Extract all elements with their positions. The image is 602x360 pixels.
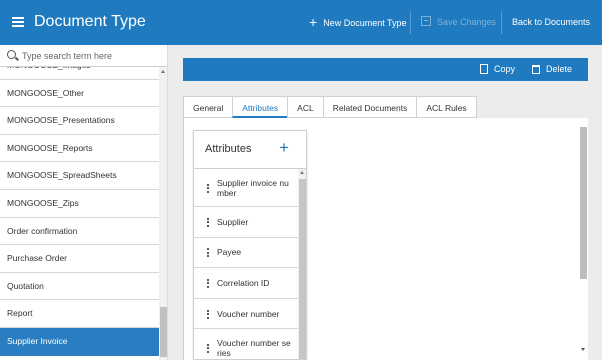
back-to-documents-button[interactable]: Back to Documents [512, 0, 590, 45]
tab-acl[interactable]: ACL [287, 96, 323, 118]
attribute-row[interactable]: Supplier [194, 207, 298, 238]
header-divider [410, 11, 411, 34]
sidebar: MONGOOSE_Images MONGOOSE_Other MONGOOSE_… [0, 45, 168, 360]
add-attribute-button[interactable]: + [279, 138, 289, 158]
attribute-label: Correlation ID [217, 277, 270, 288]
save-changes-label: Save Changes [437, 17, 497, 27]
attributes-panel: Attributes + Supplier invoice nu mber Su… [193, 130, 307, 360]
header-divider [501, 11, 502, 34]
sidebar-scrollbar[interactable] [159, 67, 167, 360]
search-input[interactable] [22, 49, 162, 63]
drag-handle-icon[interactable] [207, 309, 209, 319]
scrollbar-thumb[interactable] [580, 127, 587, 279]
scroll-down-icon[interactable] [581, 348, 585, 351]
action-toolbar: Copy Delete [183, 58, 588, 81]
list-item[interactable]: MONGOOSE_Images [0, 67, 159, 80]
scroll-up-icon[interactable] [300, 171, 304, 174]
attributes-list: Supplier invoice nu mber Supplier Payee … [194, 169, 298, 359]
new-document-type-label: New Document Type [323, 18, 407, 28]
attribute-label: Supplier [217, 216, 249, 227]
list-item-selected[interactable]: Supplier Invoice [0, 327, 159, 356]
tab-acl-rules[interactable]: ACL Rules [416, 96, 477, 118]
drag-handle-icon[interactable] [207, 183, 209, 193]
search-bar [0, 45, 167, 67]
tab-bar: General Attributes ACL Related Documents… [183, 96, 477, 118]
drag-handle-icon[interactable] [207, 343, 209, 353]
delete-button[interactable]: Delete [532, 58, 572, 81]
list-item[interactable]: MONGOOSE_Presentations [0, 107, 159, 135]
list-item[interactable]: MONGOOSE_Other [0, 80, 159, 108]
hamburger-menu-icon[interactable] [12, 17, 24, 27]
scroll-up-icon[interactable] [161, 70, 165, 73]
new-document-type-button[interactable]: + New Document Type [309, 0, 407, 45]
attribute-row[interactable]: Correlation ID [194, 268, 298, 299]
attribute-label: Supplier invoice nu mber [217, 177, 289, 198]
attribute-label: Voucher number se ries [217, 337, 291, 358]
attribute-row[interactable]: Supplier invoice nu mber [194, 169, 298, 207]
attributes-header: Attributes + [194, 131, 306, 169]
attribute-label: Payee [217, 247, 242, 258]
save-icon [421, 16, 431, 26]
content-scrollbar[interactable] [579, 127, 588, 355]
list-item[interactable]: MONGOOSE_SpreadSheets [0, 162, 159, 190]
list-item[interactable]: MONGOOSE_Zips [0, 190, 159, 218]
list-item[interactable]: Report [0, 300, 159, 328]
scrollbar-thumb[interactable] [160, 307, 167, 357]
attributes-scrollbar[interactable] [298, 169, 306, 359]
attribute-row[interactable]: Payee [194, 238, 298, 269]
drag-handle-icon[interactable] [207, 248, 209, 258]
list-item[interactable]: Order confirmation [0, 218, 159, 246]
attribute-label: Voucher number [217, 308, 280, 319]
attributes-title: Attributes [205, 143, 252, 155]
tab-attributes[interactable]: Attributes [232, 96, 288, 118]
tab-general[interactable]: General [183, 96, 233, 118]
trash-icon [532, 65, 540, 74]
tab-content: Attributes + Supplier invoice nu mber Su… [183, 118, 588, 360]
list-item[interactable]: MONGOOSE_Reports [0, 135, 159, 163]
delete-label: Delete [546, 64, 573, 74]
copy-button[interactable]: Copy [480, 58, 515, 81]
copy-label: Copy [494, 64, 516, 74]
plus-icon: + [309, 14, 318, 30]
app-header: Document Type + New Document Type Save Ch… [0, 0, 602, 45]
scrollbar-thumb[interactable] [299, 179, 306, 359]
list-item[interactable]: Purchase Order [0, 245, 159, 273]
search-icon [7, 50, 16, 59]
list-item[interactable]: Quotation [0, 273, 159, 301]
attribute-row[interactable]: Voucher number [194, 299, 298, 330]
save-changes-button[interactable]: Save Changes [421, 0, 496, 45]
page-title: Document Type [34, 13, 146, 30]
tab-related-documents[interactable]: Related Documents [322, 96, 417, 118]
drag-handle-icon[interactable] [207, 278, 209, 288]
document-type-list: MONGOOSE_Images MONGOOSE_Other MONGOOSE_… [0, 67, 159, 360]
attribute-row[interactable]: Voucher number se ries [194, 329, 298, 359]
copy-icon [480, 64, 488, 74]
drag-handle-icon[interactable] [207, 217, 209, 227]
